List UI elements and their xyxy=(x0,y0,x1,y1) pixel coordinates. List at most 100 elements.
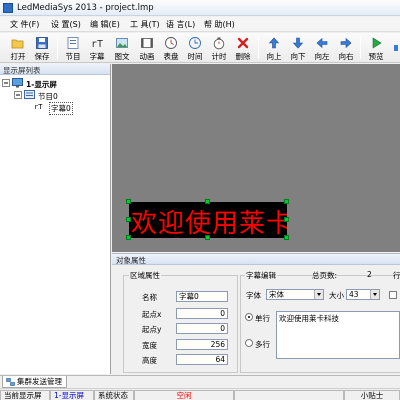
subtitle-button[interactable]: rT 字幕 xyxy=(85,35,109,62)
resize-handle-bottom-right[interactable] xyxy=(284,235,289,240)
picture-text-icon xyxy=(116,38,128,48)
program-button[interactable]: 节目 xyxy=(61,35,85,62)
save-icon xyxy=(36,37,48,49)
name-label: 名称 xyxy=(142,293,157,302)
status-spacer xyxy=(234,390,344,400)
program-icon xyxy=(24,90,35,99)
move-right-button[interactable]: 向右 xyxy=(334,35,358,62)
single-line-radio[interactable] xyxy=(245,313,253,321)
resize-handle-bottom-left[interactable] xyxy=(126,235,131,240)
toolbar: 打开 保存 节目 rT 字幕 图文 动画 表盘 时间 计时 删除 向上 向下 向… xyxy=(0,33,400,63)
led-text: 欢迎使用莱卡科技 xyxy=(131,209,287,238)
properties-title: 对象属性 xyxy=(116,256,146,265)
menu-edit[interactable]: 编 辑(E) xyxy=(90,19,120,30)
size-select[interactable]: 43 xyxy=(346,289,380,300)
y-label: 起点y xyxy=(142,325,162,334)
menu-settings[interactable]: 设 置(S) xyxy=(51,19,81,30)
screen-list-header: 显示屏列表 xyxy=(0,64,110,75)
save-button[interactable]: 保存 xyxy=(30,35,54,62)
collapse-icon[interactable] xyxy=(14,91,22,99)
toolbar-separator xyxy=(258,37,259,59)
delete-icon xyxy=(237,37,249,49)
tree-program-label: 节目0 xyxy=(38,92,58,101)
tip-label[interactable]: 小贴士 xyxy=(344,390,400,400)
picture-text-button[interactable]: 图文 xyxy=(110,35,134,62)
move-left-label: 向左 xyxy=(314,52,330,61)
x-field[interactable]: 0 xyxy=(176,308,228,319)
menu-language[interactable]: 语 言(L) xyxy=(166,19,195,30)
monitor-icon xyxy=(12,78,23,88)
program-label: 节目 xyxy=(65,52,81,61)
tree-item-screen[interactable]: 1-显示屏 xyxy=(2,78,102,89)
time-label: 时间 xyxy=(187,52,203,61)
menu-file[interactable]: 文 件(F) xyxy=(10,19,39,30)
resize-handle-top[interactable] xyxy=(205,199,210,204)
arrow-up-icon xyxy=(268,37,280,49)
move-down-button[interactable]: 向下 xyxy=(286,35,310,62)
move-up-label: 向上 xyxy=(266,52,282,61)
toolbar-overflow-icon[interactable] xyxy=(392,37,400,59)
font-select[interactable]: 宋体 xyxy=(266,289,324,300)
style-checkbox[interactable] xyxy=(389,291,397,299)
preview-button[interactable]: 预览 xyxy=(364,35,388,62)
object-properties-panel: 对象属性 区域属性 名称 字幕0 起点x 0 起点y 0 宽度 256 高度 6… xyxy=(112,253,400,375)
move-up-button[interactable]: 向上 xyxy=(262,35,286,62)
svg-text:rT: rT xyxy=(91,39,103,50)
resize-handle-top-right[interactable] xyxy=(284,199,289,204)
tab-cluster-send-manager[interactable]: 集群发送管理 xyxy=(2,376,67,388)
open-button[interactable]: 打开 xyxy=(6,35,30,62)
delete-button[interactable]: 删除 xyxy=(231,35,255,62)
animation-button[interactable]: 动画 xyxy=(135,35,159,62)
multi-line-radio[interactable] xyxy=(245,339,253,347)
resize-handle-left[interactable] xyxy=(126,217,131,222)
screen-list-title: 显示屏列表 xyxy=(3,66,41,75)
resize-handle-bottom[interactable] xyxy=(205,235,210,240)
arrow-right-icon xyxy=(340,37,352,49)
tree-item-subtitle[interactable]: rT 字幕0 xyxy=(26,102,86,115)
collapse-icon[interactable] xyxy=(2,79,10,87)
tree-item-program[interactable]: 节目0 xyxy=(14,90,104,101)
width-field[interactable]: 256 xyxy=(176,339,228,350)
move-right-label: 向右 xyxy=(338,52,354,61)
resize-handle-top-left[interactable] xyxy=(126,199,131,204)
subtitle-content-input[interactable]: 欢迎使用莱卡科技 xyxy=(276,311,400,359)
height-field[interactable]: 64 xyxy=(176,354,228,365)
folder-icon xyxy=(11,39,24,49)
program-icon xyxy=(67,37,79,49)
play-icon xyxy=(372,37,382,49)
move-left-button[interactable]: 向左 xyxy=(310,35,334,62)
animation-label: 动画 xyxy=(139,52,155,61)
name-field[interactable]: 字幕0 xyxy=(176,291,228,302)
save-label: 保存 xyxy=(34,52,50,61)
arrow-left-icon xyxy=(316,37,328,49)
width-label: 宽度 xyxy=(142,341,157,350)
timer-icon xyxy=(213,37,225,50)
total-pages-label: 总页数: xyxy=(312,271,338,280)
clock-dial-button[interactable]: 表盘 xyxy=(159,35,183,62)
size-label: 大小 xyxy=(329,291,344,300)
move-down-label: 向下 xyxy=(290,52,306,61)
preview-label: 预览 xyxy=(368,52,384,61)
timer-button[interactable]: 计时 xyxy=(207,35,231,62)
led-screen-preview[interactable]: 欢迎使用莱卡科技 xyxy=(129,202,287,238)
chevron-down-icon xyxy=(314,290,323,299)
window-title: LedMediaSys 2013 - project.lmp xyxy=(17,3,154,13)
properties-header: 对象属性 xyxy=(112,254,400,265)
open-label: 打开 xyxy=(10,52,26,61)
resize-handle-right[interactable] xyxy=(284,217,289,222)
menu-help[interactable]: 帮 助(H) xyxy=(204,19,235,30)
subtitle-edit-title: 字幕编辑 xyxy=(245,270,277,281)
subtitle-label: 字幕 xyxy=(89,52,105,61)
tab-cluster-label: 集群发送管理 xyxy=(17,377,62,386)
clock-dial-label: 表盘 xyxy=(163,52,179,61)
x-label: 起点x xyxy=(142,310,162,319)
y-field[interactable]: 0 xyxy=(176,323,228,334)
font-select-value: 宋体 xyxy=(269,290,284,299)
text-icon: rT xyxy=(91,39,103,50)
network-icon xyxy=(6,378,15,386)
time-button[interactable]: 时间 xyxy=(183,35,207,62)
arrow-down-icon xyxy=(292,37,304,49)
menu-tools[interactable]: 工 具(T) xyxy=(130,19,160,30)
tree-subtitle-label: 字幕0 xyxy=(49,102,73,115)
status-bar: 当前显示屏 1-显示屏 系统状态 空闲 小贴士 xyxy=(0,388,400,400)
